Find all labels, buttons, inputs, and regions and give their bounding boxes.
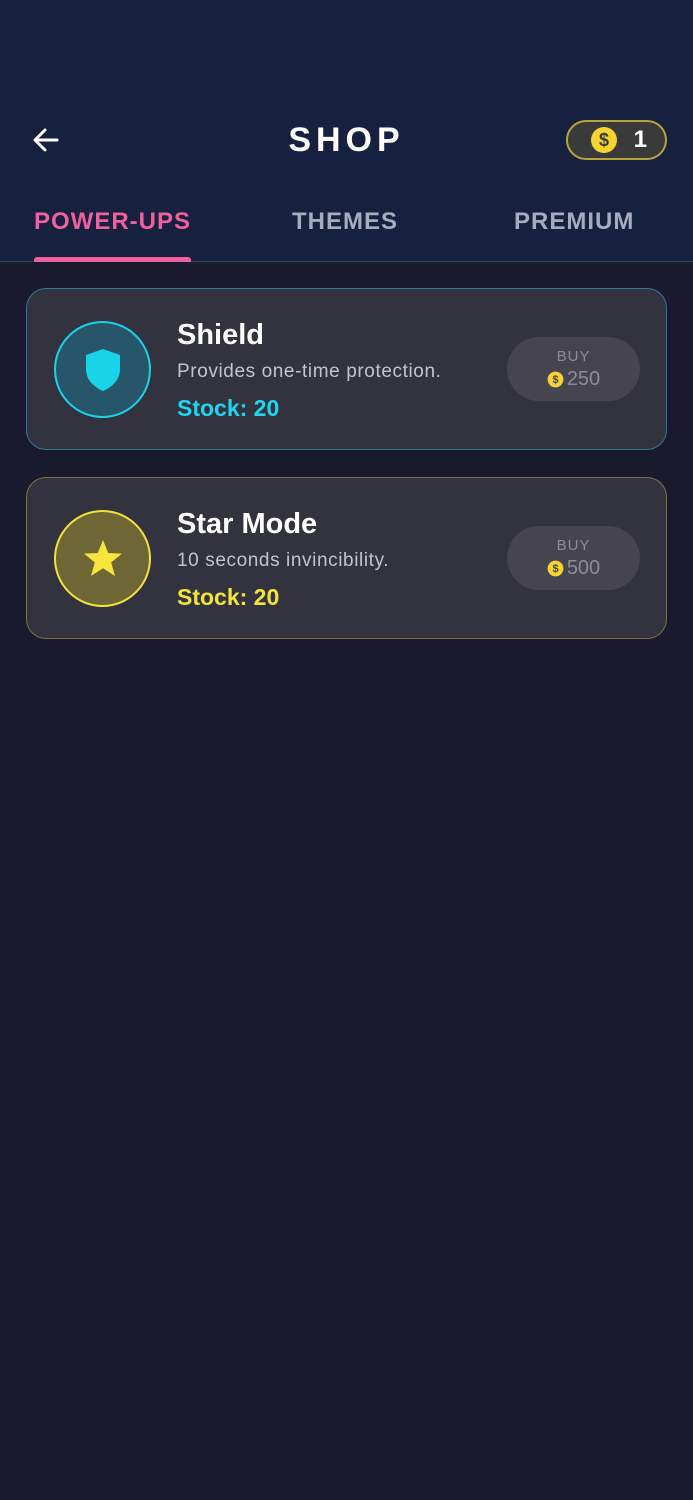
tab-power-ups[interactable]: POWER-UPS [34,196,192,262]
coin-count: 1 [633,126,647,153]
item-name: Star Mode [177,508,318,540]
svg-text:$: $ [552,563,558,575]
tab-premium[interactable]: PREMIUM [514,196,634,262]
header: SHOP $ 1 POWER-UPS THEMES PREMIUM [0,0,693,262]
tab-bar: POWER-UPS THEMES PREMIUM [0,196,693,262]
tab-label: THEMES [292,208,399,235]
buy-label: BUY [556,537,591,554]
price-value: 500 [566,557,601,579]
item-stock: Stock: 20 [177,584,280,610]
active-tab-indicator [34,257,192,262]
tab-label: POWER-UPS [34,208,192,235]
item-description: Provides one-time protection. [177,361,442,382]
buy-button-shield[interactable]: BUY $ 250 [507,337,640,401]
buy-button-star-mode[interactable]: BUY $ 500 [507,526,640,590]
svg-text:$: $ [552,374,558,386]
item-icon-badge [54,510,151,607]
item-name: Shield [177,319,265,351]
tab-themes[interactable]: THEMES [292,196,398,262]
buy-label: BUY [556,348,591,365]
star-icon [83,539,122,576]
item-stock: Stock: 20 [177,395,280,421]
coin-icon: $ [547,560,564,576]
coin-icon: $ [547,371,564,387]
price-value: 250 [566,368,601,390]
item-description: 10 seconds invincibility. [177,550,390,571]
price: $ 250 [547,368,600,390]
svg-text:$: $ [599,130,609,150]
shield-icon [85,348,120,391]
shop-item-star-mode: Star Mode 10 seconds invincibility. Stoc… [26,477,667,639]
tab-label: PREMIUM [514,208,635,235]
coin-balance: $ 1 [566,120,667,160]
shop-item-shield: Shield Provides one-time protection. Sto… [26,288,667,450]
coin-icon: $ [591,127,617,153]
shop-screen: SHOP $ 1 POWER-UPS THEMES PREMIUM Shield… [0,0,693,1500]
item-icon-badge [54,321,151,418]
price: $ 500 [547,557,600,579]
